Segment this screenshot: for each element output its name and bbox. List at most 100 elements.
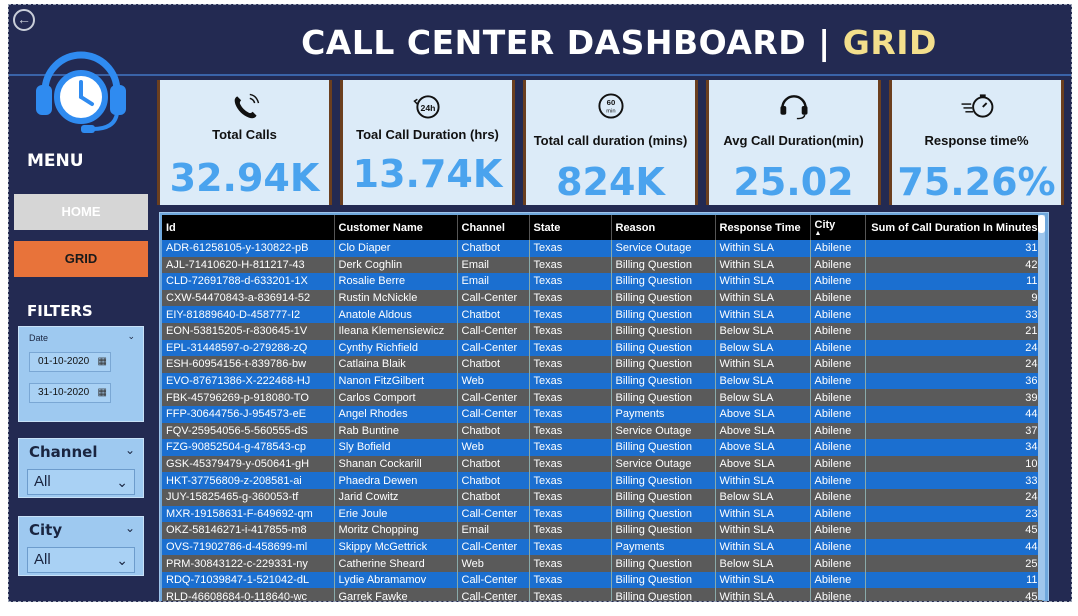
table-cell: Within SLA [715,273,811,290]
table-cell: Texas [529,555,612,572]
table-cell: FZG-90852504-g-478543-cp [162,439,335,456]
chevron-down-icon[interactable]: ⌄ [127,331,135,342]
table-cell: Call-Center [457,571,530,589]
table-row[interactable]: OKZ-58146271-i-417855-m8 Moritz Chopping E… [162,522,1043,539]
table-row[interactable]: RDQ-71039847-1-521042-dL Lydie Abramamov C… [162,571,1043,589]
table-cell: Texas [529,505,612,523]
table-cell: Within SLA [715,240,811,257]
table-cell: Texas [529,488,612,506]
calendar-icon[interactable]: ▦ [98,353,107,371]
table-row[interactable]: CLD-72691788-d-633201-1X Rosalie Berre Ema… [162,273,1043,290]
grid-button[interactable]: GRID [14,241,148,277]
table-row[interactable]: CXW-54470843-a-836914-52 Rustin McNickle C… [162,289,1043,307]
table-row[interactable]: MXR-19158631-F-649692-qm Erie Joule Call-C… [162,505,1043,523]
table-cell: GSK-45379479-y-050641-gH [162,455,335,473]
table-cell: RLD-46608684-0-118640-wc [162,588,335,601]
table-cell: Abilene [810,322,866,340]
table-cell: Chatbot [457,472,530,489]
table-cell: Texas [529,439,612,456]
table-cell: Within SLA [715,538,811,556]
table-row[interactable]: EPL-31448597-o-279288-zQ Cynthy Richfield… [162,339,1043,357]
table-row[interactable]: EON-53815205-r-830645-1V Ileana Klemensie… [162,322,1043,340]
chevron-down-icon[interactable]: ⌄ [125,443,135,457]
vertical-scrollbar[interactable] [1038,215,1045,600]
chevron-down-icon[interactable]: ⌄ [125,521,135,535]
table-cell: JUY-15825465-g-360053-tf [162,488,335,506]
kpi-name: Total call duration (mins) [533,133,688,148]
column-header-customer-name[interactable]: Customer Name [334,215,458,240]
table-cell: Chatbot [457,356,530,373]
data-grid[interactable]: Id Customer Name Channel State Reason Re… [159,212,1049,601]
home-button[interactable]: HOME [14,194,148,230]
table-cell: Below SLA [715,488,811,506]
table-row[interactable]: FBK-45796269-p-918080-TO Carlos Comport Ca… [162,389,1043,406]
table-cell: Below SLA [715,339,811,357]
table-cell: AJL-71410620-H-811217-43 [162,256,335,274]
table-cell: 24 [865,339,1043,357]
back-arrow-icon[interactable]: ← [13,9,35,31]
city-dropdown[interactable]: All ⌄ [27,547,135,573]
kpi-value: 824K [556,160,665,204]
column-header-call-duration[interactable]: Sum of Call Duration In Minutes [865,215,1043,240]
calendar-icon[interactable]: ▦ [98,384,107,402]
table-cell: Email [457,522,530,539]
table-body: ADR-61258105-y-130822-pB Clo Diaper Chatbo… [162,240,1043,601]
table-cell: Within SLA [715,472,811,489]
kpi-card-response-time: Response time% 75.26% [889,80,1064,205]
table-cell: Shanan Cockarill [334,455,458,473]
table-row[interactable]: EVO-87671386-X-222468-HJ Nanon FitzGilber… [162,372,1043,390]
table-cell: Carlos Comport [334,389,458,406]
table-cell: Abilene [810,256,866,274]
table-row[interactable]: RLD-46608684-0-118640-wc Garrek Fawke Call… [162,588,1043,601]
column-header-state[interactable]: State [529,215,612,240]
table-cell: Billing Question [611,322,716,340]
table-cell: Call-Center [457,505,530,523]
table-cell: Call-Center [457,389,530,406]
table-row[interactable]: ESH-60954156-t-839786-bw Catlaina Blaik Ch… [162,356,1043,373]
table-cell: 11 [865,571,1043,589]
table-cell: ADR-61258105-y-130822-pB [162,240,335,257]
table-row[interactable]: EIY-81889640-D-458777-I2 Anatole Aldous Ch… [162,306,1043,323]
table-cell: 45 [865,522,1043,539]
scrollbar-thumb[interactable] [1038,215,1045,233]
table-row[interactable]: FZG-90852504-g-478543-cp Sly Bofield Web Te… [162,439,1043,456]
end-date-field[interactable]: 31-10-2020 ▦ [29,383,111,403]
table-row[interactable]: OVS-71902786-d-458699-ml Skippy McGettric… [162,538,1043,556]
column-header-response-time[interactable]: Response Time [715,215,811,240]
table-cell: 9 [865,289,1043,307]
date-label: Date [29,333,49,343]
city-value: All [34,551,51,568]
table-cell: 21 [865,322,1043,340]
channel-dropdown[interactable]: All ⌄ [27,469,135,495]
table-cell: Call-Center [457,588,530,601]
column-header-channel[interactable]: Channel [457,215,530,240]
column-header-reason[interactable]: Reason [611,215,716,240]
column-header-id[interactable]: Id [162,215,335,240]
start-date-field[interactable]: 01-10-2020 ▦ [29,352,111,372]
table-cell: Abilene [810,356,866,373]
page-title: CALL CENTER DASHBOARD | GRID [169,23,1069,62]
column-header-city[interactable]: City ▲ [810,215,866,240]
table-cell: Abilene [810,405,866,423]
table-cell: Chatbot [457,306,530,323]
table-cell: Billing Question [611,372,716,390]
table-row[interactable]: FQV-25954056-5-560555-dS Rab Buntine Chatb… [162,422,1043,440]
headset-icon [780,95,808,120]
table-row[interactable]: PRM-30843122-c-229331-ny Catherine Sheard… [162,555,1043,572]
table-cell: Texas [529,571,612,589]
table-row[interactable]: GSK-45379479-y-050641-gH Shanan Cockarill… [162,455,1043,473]
table-row[interactable]: ADR-61258105-y-130822-pB Clo Diaper Chatbo… [162,240,1043,257]
table-row[interactable]: HKT-37756809-z-208581-ai Phaedra Dewen Cha… [162,472,1043,489]
svg-text:min: min [606,109,615,115]
table-cell: FFP-30644756-J-954573-eE [162,405,335,423]
table-cell: Within SLA [715,522,811,539]
end-date-value: 31-10-2020 [38,387,90,398]
table-cell: Texas [529,405,612,423]
table-cell: Abilene [810,339,866,357]
table-row[interactable]: AJL-71410620-H-811217-43 Derk Coghlin Emai… [162,256,1043,274]
table-row[interactable]: FFP-30644756-J-954573-eE Angel Rhodes Call… [162,405,1043,423]
chevron-down-icon: ⌄ [116,474,128,490]
table-row[interactable]: JUY-15825465-g-360053-tf Jarid Cowitz Chat… [162,488,1043,506]
table-cell: Call-Center [457,339,530,357]
svg-text:24h: 24h [420,103,435,113]
